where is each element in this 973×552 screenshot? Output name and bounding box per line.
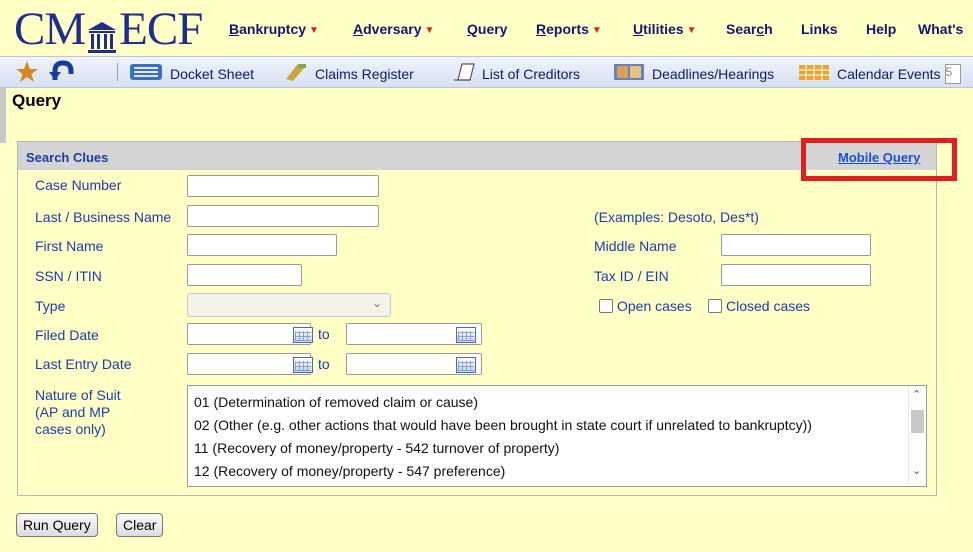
last-entry-date-label: Last Entry Date xyxy=(35,356,132,372)
back-arrow-icon[interactable] xyxy=(49,60,75,82)
scroll-up-icon[interactable]: ⌃ xyxy=(912,388,921,401)
ssn-itin-input[interactable] xyxy=(187,264,302,286)
open-cases-checkbox[interactable] xyxy=(599,299,613,313)
tax-id-ein-label: Tax ID / EIN xyxy=(594,268,669,284)
claims-register-icon xyxy=(283,62,309,85)
list-of-creditors-link[interactable]: List of Creditors xyxy=(452,62,580,85)
nature-of-suit-label-line2: (AP and MP xyxy=(35,404,111,420)
cmecf-logo[interactable]: CM ECF xyxy=(14,3,203,55)
last-business-name-input[interactable] xyxy=(187,205,379,227)
filed-date-label: Filed Date xyxy=(35,327,99,343)
case-number-label: Case Number xyxy=(35,177,122,193)
first-name-input[interactable] xyxy=(187,234,337,256)
caret-down-icon: ▼ xyxy=(309,25,319,36)
left-border xyxy=(0,88,6,143)
list-of-creditors-label: List of Creditors xyxy=(482,65,581,82)
first-name-label: First Name xyxy=(35,238,104,254)
nature-of-suit-option[interactable]: 01 (Determination of removed claim or ca… xyxy=(194,394,478,410)
docket-sheet-link[interactable]: Docket Sheet xyxy=(128,62,254,85)
logo-text-right: ECF xyxy=(119,3,203,55)
chevron-down-icon: ⌄ xyxy=(371,296,382,310)
last-entry-from-calendar-icon[interactable] xyxy=(293,357,313,373)
claims-register-label: Claims Register xyxy=(315,65,414,82)
filed-date-to-label: to xyxy=(318,326,330,342)
scroll-down-icon[interactable]: ⌄ xyxy=(912,464,921,477)
type-select[interactable]: ⌄ xyxy=(187,293,391,317)
search-clues-title: Search Clues xyxy=(26,150,109,165)
search-clues-header: Search Clues Mobile Query xyxy=(18,142,936,170)
docket-sheet-icon xyxy=(128,62,164,85)
caret-down-icon: ▼ xyxy=(424,25,435,36)
nature-of-suit-listbox[interactable]: 01 (Determination of removed claim or ca… xyxy=(187,385,927,487)
middle-name-input[interactable] xyxy=(721,234,871,256)
deadlines-hearings-label: Deadlines/Hearings xyxy=(652,65,775,82)
ssn-itin-label: SSN / ITIN xyxy=(35,268,102,284)
middle-name-label: Middle Name xyxy=(594,238,677,254)
closed-cases-label: Closed cases xyxy=(726,298,811,314)
calendar-events-link[interactable]: Calendar Events 5 xyxy=(797,62,961,85)
deadlines-hearings-link[interactable]: Deadlines/Hearings xyxy=(612,62,774,85)
menu-item-search[interactable]: Search xyxy=(726,21,773,37)
deadlines-hearings-icon xyxy=(612,62,646,85)
calendar-events-label: Calendar Events xyxy=(837,65,941,82)
menu-item-help[interactable]: Help xyxy=(866,21,896,37)
nature-of-suit-option[interactable]: 02 (Other (e.g. other actions that would… xyxy=(194,417,812,433)
favorites-star-icon[interactable] xyxy=(15,60,39,83)
last-entry-to-calendar-icon[interactable] xyxy=(456,357,476,373)
type-label: Type xyxy=(35,298,66,314)
listbox-scrollbar[interactable]: ⌃ ⌄ xyxy=(908,386,926,484)
calendar-events-input[interactable]: 5 xyxy=(944,63,961,84)
case-number-input[interactable] xyxy=(187,175,379,197)
highlight-box xyxy=(801,138,957,181)
nature-of-suit-label-line3: cases only) xyxy=(35,421,106,437)
calendar-events-icon xyxy=(797,62,831,85)
nature-of-suit-label: Nature of Suit xyxy=(35,387,121,403)
logo-text-left: CM xyxy=(14,3,86,55)
menu-item-reports[interactable]: Reports ▼ xyxy=(536,21,602,37)
menu-item-query[interactable]: Query xyxy=(467,21,507,37)
last-entry-date-to-label: to xyxy=(318,356,330,372)
claims-register-link[interactable]: Claims Register xyxy=(283,62,414,85)
filed-from-calendar-icon[interactable] xyxy=(293,327,313,343)
filed-to-calendar-icon[interactable] xyxy=(456,327,476,343)
open-cases-label: Open cases xyxy=(617,298,692,314)
courthouse-icon xyxy=(87,12,117,53)
toolbar-separator xyxy=(117,63,118,81)
top-menu-bar: CM ECF Bankruptcy ▼ Adversary ▼ Query Reports… xyxy=(0,0,973,55)
caret-down-icon: ▼ xyxy=(686,25,697,36)
menu-item-adversary[interactable]: Adversary ▼ xyxy=(353,21,434,37)
clear-button[interactable]: Clear xyxy=(116,513,164,537)
menu-item-utilities[interactable]: Utilities ▼ xyxy=(633,21,697,37)
run-query-button[interactable]: Run Query xyxy=(16,513,98,537)
scrollbar-thumb[interactable] xyxy=(911,410,924,433)
page-title: Query xyxy=(12,91,62,110)
menu-item-what-s[interactable]: What's xyxy=(918,21,963,37)
closed-cases-checkbox[interactable] xyxy=(708,299,722,313)
menu-item-bankruptcy[interactable]: Bankruptcy ▼ xyxy=(229,21,319,37)
name-examples-hint: (Examples: Desoto, Des*t) xyxy=(594,209,759,225)
list-of-creditors-icon xyxy=(452,62,476,85)
nature-of-suit-option[interactable]: 11 (Recovery of money/property - 542 tur… xyxy=(194,440,559,456)
docket-sheet-label: Docket Sheet xyxy=(170,65,255,82)
caret-down-icon: ▼ xyxy=(591,25,602,36)
toolbar: Docket Sheet Claims Register List of Cre… xyxy=(0,56,973,88)
nature-of-suit-option[interactable]: 12 (Recovery of money/property - 547 pre… xyxy=(194,463,505,479)
menu-item-links[interactable]: Links xyxy=(801,21,838,37)
tax-id-ein-input[interactable] xyxy=(721,264,871,286)
last-business-name-label: Last / Business Name xyxy=(35,209,172,225)
